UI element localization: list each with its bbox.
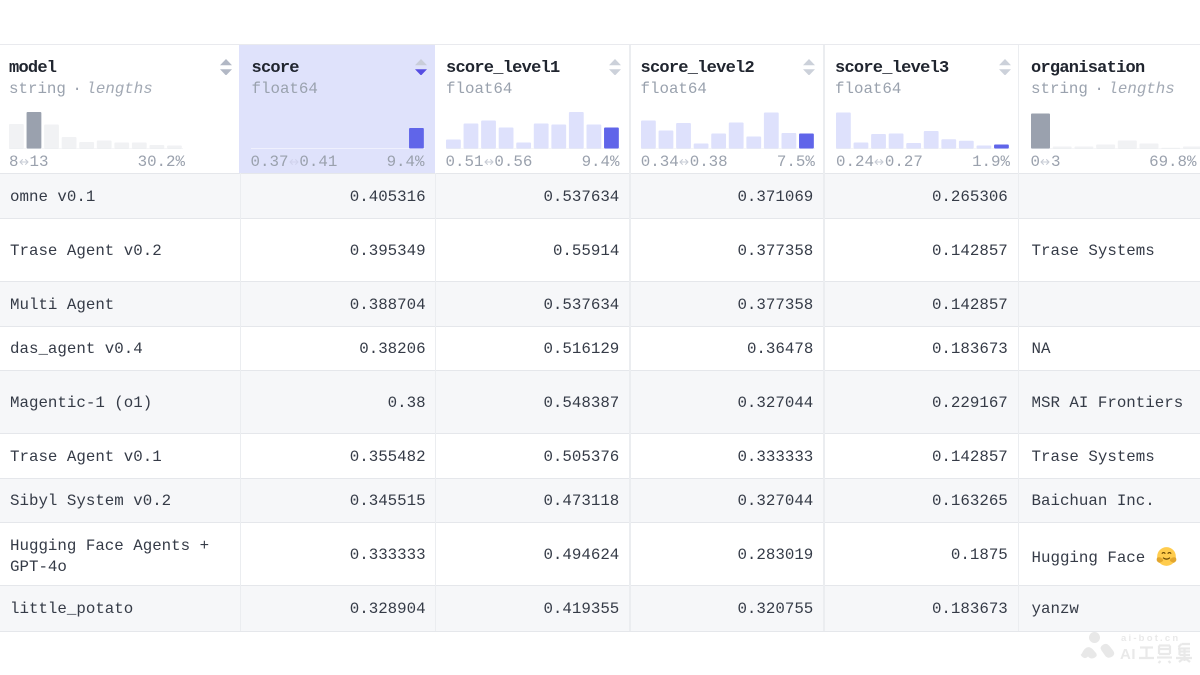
svg-text:ai-bot.cn: ai-bot.cn <box>1121 633 1180 644</box>
svg-text:AI: AI <box>1120 646 1136 663</box>
